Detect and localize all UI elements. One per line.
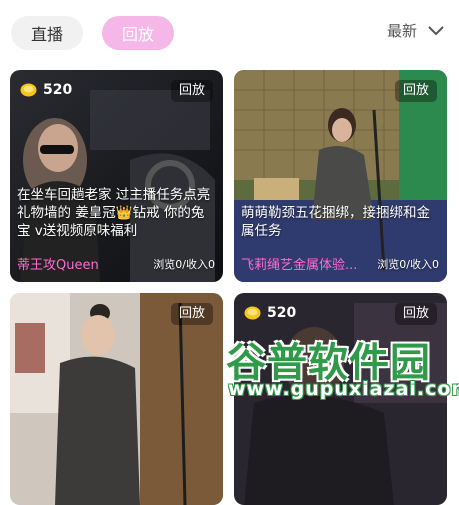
- coin-icon: [20, 83, 37, 97]
- streamer-name[interactable]: 飞莉绳艺金属体验...: [241, 254, 357, 273]
- view-income-stats: 浏览0/收入0: [153, 258, 215, 271]
- tab-live[interactable]: 直播: [11, 16, 83, 50]
- view-income-stats: 浏览0/收入0: [377, 258, 439, 271]
- site-watermark: 谷普软件园 www.gupuxiazai.com: [222, 330, 459, 406]
- chevron-down-icon: [427, 25, 445, 37]
- sort-label: 最新: [386, 22, 417, 40]
- coin-badge: 520: [244, 305, 296, 321]
- replay-badge: 回放: [170, 303, 213, 325]
- watermark-url: www.gupuxiazai.com: [228, 378, 459, 400]
- stream-card[interactable]: 520 回放 在坐车回趟老家 过主播任务点亮礼物墙的 姜皇冠👑钻戒 你的兔宝 v…: [10, 70, 223, 282]
- streamer-name[interactable]: 蒂王攻Queen: [17, 254, 99, 273]
- stream-card[interactable]: 回放: [10, 293, 223, 505]
- coin-icon: [244, 306, 261, 320]
- replay-badge: 回放: [394, 303, 437, 325]
- tab-replay[interactable]: 回放: [102, 16, 174, 50]
- coin-badge: 520: [20, 82, 72, 98]
- coin-count: 520: [267, 305, 297, 321]
- card-title: 在坐车回趟老家 过主播任务点亮礼物墙的 姜皇冠👑钻戒 你的兔宝 v送视频原味福利: [17, 187, 211, 239]
- top-filter-bar: 直播 回放 最新: [0, 0, 459, 62]
- replay-badge: 回放: [394, 80, 437, 102]
- replay-badge: 回放: [170, 80, 213, 102]
- coin-count: 520: [43, 82, 73, 98]
- card-title: 萌萌勒颈五花捆绑，接捆绑和金属任务: [241, 205, 430, 239]
- stream-card[interactable]: 回放 萌萌勒颈五花捆绑，接捆绑和金属任务 飞莉绳艺金属体验... 浏览0/收入0: [234, 70, 447, 282]
- sort-dropdown[interactable]: 最新: [387, 20, 445, 41]
